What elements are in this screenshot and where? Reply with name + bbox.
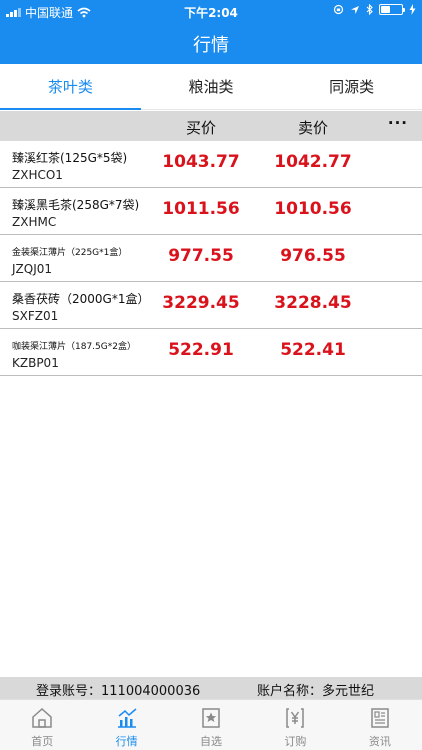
product-code: JZQJ01 (12, 262, 53, 276)
product-code: SXFZ01 (12, 309, 59, 323)
quote-list: 臻溪红茶(125G*5袋) ZXHCO1 1043.77 1042.77 臻溪黑… (0, 141, 422, 376)
product-code: ZXHMC (12, 215, 57, 229)
login-account: 登录账号：111004000036 (36, 684, 201, 699)
buy-price: 977.55 (168, 246, 234, 266)
table-row[interactable]: 咖装渠江薄片（187.5G*2盒） KZBP01 522.91 522.41 (0, 329, 422, 376)
table-row[interactable]: 臻溪红茶(125G*5袋) ZXHCO1 1043.77 1042.77 (0, 141, 422, 188)
product-name: 臻溪红茶(125G*5袋) (12, 151, 128, 165)
tab-favorites[interactable]: 自选 (169, 700, 253, 750)
sell-price: 1042.77 (274, 152, 352, 172)
buy-price: 3229.45 (162, 293, 240, 313)
battery-icon (379, 4, 405, 15)
sell-price: 1010.56 (274, 199, 352, 219)
account-bar: 登录账号：111004000036 账户名称：多元世纪 (0, 677, 422, 699)
buy-price: 1011.56 (162, 199, 240, 219)
tab-label: 自选 (200, 735, 223, 748)
product-name: 咖装渠江薄片（187.5G*2盒） (12, 342, 136, 352)
buy-price: 522.91 (168, 340, 234, 360)
tab-home[interactable]: 首页 (0, 700, 84, 750)
tab-news[interactable]: 资讯 (338, 700, 422, 750)
bottom-tab-bar: 首页 行情 自选 订购 资讯 (0, 699, 422, 750)
status-bar: 中国联通 下午2:04 (0, 0, 422, 22)
product-code: KZBP01 (12, 356, 59, 370)
tab-label: 订购 (284, 735, 307, 748)
sell-price-header: 卖价 (297, 119, 328, 137)
table-row[interactable]: 桑香茯砖（2000G*1盒） SXFZ01 3229.45 3228.45 (0, 282, 422, 329)
product-name: 桑香茯砖（2000G*1盒） (12, 292, 150, 306)
tab-tea[interactable]: 茶叶类 (0, 64, 141, 110)
charging-icon (409, 4, 416, 15)
table-row[interactable]: 臻溪黑毛茶(258G*7袋) ZXHMC 1011.56 1010.56 (0, 188, 422, 235)
buy-price-header: 买价 (185, 119, 216, 137)
tab-label: 行情 (115, 735, 138, 748)
top-bar: 中国联通 下午2:04 行情 (0, 0, 422, 64)
sell-price: 3228.45 (274, 293, 352, 313)
table-row[interactable]: 金装渠江薄片（225G*1盒） JZQJ01 977.55 976.55 (0, 235, 422, 282)
product-name: 金装渠江薄片（225G*1盒） (12, 248, 128, 258)
bluetooth-icon (366, 4, 373, 15)
tab-label: 资讯 (368, 735, 391, 748)
buy-price: 1043.77 (162, 152, 240, 172)
product-code: ZXHCO1 (12, 168, 63, 182)
home-icon (32, 707, 52, 728)
tab-label: 首页 (31, 735, 54, 748)
news-icon (371, 708, 389, 728)
product-name: 臻溪黑毛茶(258G*7袋) (12, 198, 140, 212)
sell-price: 976.55 (280, 246, 346, 266)
chart-icon (117, 708, 137, 728)
sell-price: 522.41 (280, 340, 346, 360)
lock-rotation-icon (333, 4, 344, 15)
location-icon (351, 5, 359, 14)
star-icon (202, 708, 220, 728)
account-name: 账户名称：多元世纪 (257, 684, 375, 699)
tab-same-origin[interactable]: 同源类 (281, 64, 422, 109)
page-title: 行情 (193, 35, 229, 56)
tab-grain-oil[interactable]: 粮油类 (141, 64, 282, 109)
market-screen: 中国联通 下午2:04 行情 茶叶类 粮油类 同源类 买价 卖价 ··· 臻溪红… (0, 0, 422, 750)
table-header: 买价 卖价 ··· (0, 111, 422, 141)
more-options-button[interactable]: ··· (388, 114, 408, 132)
tab-order[interactable]: 订购 (253, 700, 337, 750)
category-tabs: 茶叶类 粮油类 同源类 (0, 64, 422, 110)
tab-market[interactable]: 行情 (84, 700, 168, 750)
yen-icon (286, 708, 305, 728)
